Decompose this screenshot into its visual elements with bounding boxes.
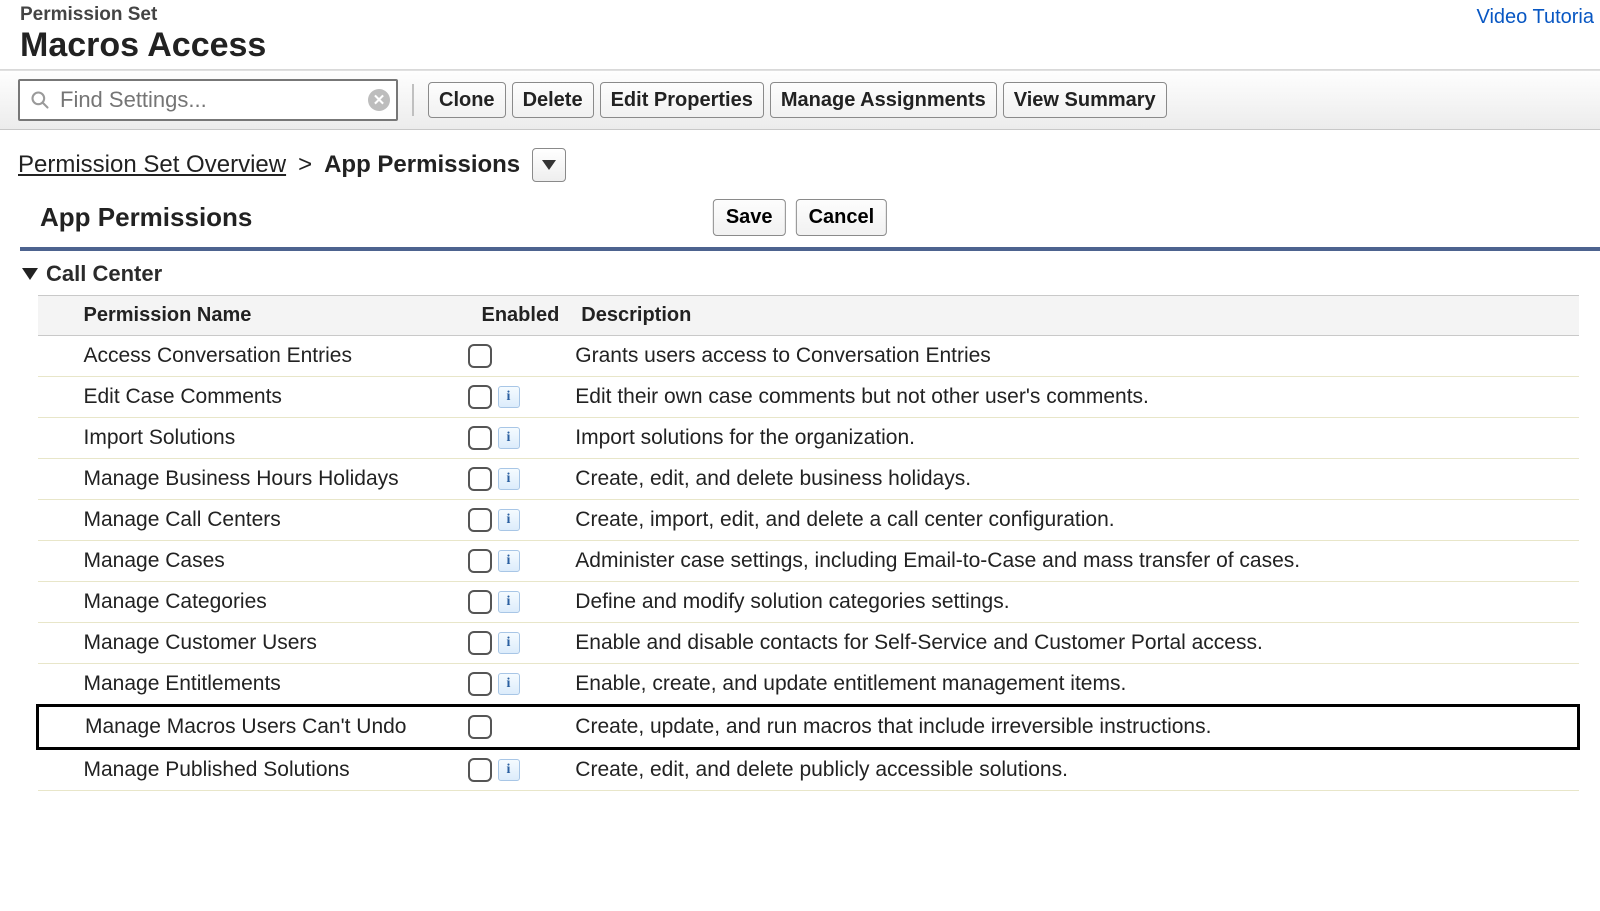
enabled-checkbox[interactable] bbox=[468, 715, 492, 739]
info-icon[interactable]: i bbox=[498, 673, 520, 695]
permission-name: Manage Macros Users Can't Undo bbox=[38, 706, 468, 749]
group-header[interactable]: Call Center bbox=[0, 251, 1600, 295]
table-row: Manage Call Centers i Create, import, edit… bbox=[38, 500, 1579, 541]
enabled-cell: i bbox=[468, 541, 568, 582]
enabled-cell: i bbox=[468, 377, 568, 418]
permission-name: Manage Business Hours Holidays bbox=[38, 459, 468, 500]
table-row: Manage Categories i Define and modify solu… bbox=[38, 582, 1579, 623]
page-type-label: Permission Set bbox=[20, 4, 1580, 26]
permission-description: Create, update, and run macros that incl… bbox=[567, 706, 1578, 749]
toolbar: ✕ Clone Delete Edit Properties Manage As… bbox=[0, 70, 1600, 130]
permission-description: Enable and disable contacts for Self-Ser… bbox=[567, 623, 1578, 664]
permission-description: Enable, create, and update entitlement m… bbox=[567, 664, 1578, 706]
info-icon[interactable]: i bbox=[498, 632, 520, 654]
enabled-checkbox[interactable] bbox=[468, 672, 492, 696]
enabled-cell: i bbox=[468, 749, 568, 791]
breadcrumb-current: App Permissions bbox=[324, 151, 520, 179]
search-icon bbox=[30, 90, 50, 110]
save-button[interactable]: Save bbox=[713, 199, 786, 236]
section-header: App Permissions Save Cancel bbox=[0, 192, 1600, 239]
table-row: Manage Macros Users Can't Undo Create, up… bbox=[38, 706, 1579, 749]
col-permission-name: Permission Name bbox=[38, 296, 468, 336]
permission-name: Manage Categories bbox=[38, 582, 468, 623]
info-icon[interactable]: i bbox=[498, 386, 520, 408]
enabled-cell: i bbox=[468, 664, 568, 706]
table-row: Edit Case Comments i Edit their own case c… bbox=[38, 377, 1579, 418]
table-row: Import Solutions i Import solutions for th… bbox=[38, 418, 1579, 459]
clone-button[interactable]: Clone bbox=[428, 82, 506, 118]
video-tutorial-link[interactable]: Video Tutoria bbox=[1477, 6, 1595, 29]
breadcrumb: Permission Set Overview > App Permission… bbox=[0, 130, 1600, 192]
enabled-cell: i bbox=[468, 459, 568, 500]
permission-description: Define and modify solution categories se… bbox=[567, 582, 1578, 623]
col-description: Description bbox=[567, 296, 1578, 336]
enabled-cell: i bbox=[468, 500, 568, 541]
table-row: Manage Business Hours Holidays i Create, e… bbox=[38, 459, 1579, 500]
enabled-checkbox[interactable] bbox=[468, 631, 492, 655]
view-summary-button[interactable]: View Summary bbox=[1003, 82, 1167, 118]
clear-search-icon[interactable]: ✕ bbox=[368, 89, 390, 111]
breadcrumb-dropdown[interactable] bbox=[532, 148, 566, 182]
cancel-button[interactable]: Cancel bbox=[796, 199, 888, 236]
info-icon[interactable]: i bbox=[498, 427, 520, 449]
manage-assignments-button[interactable]: Manage Assignments bbox=[770, 82, 997, 118]
permission-description: Create, edit, and delete publicly access… bbox=[567, 749, 1578, 791]
section-title: App Permissions bbox=[40, 202, 252, 233]
permission-description: Import solutions for the organization. bbox=[567, 418, 1578, 459]
enabled-checkbox[interactable] bbox=[468, 549, 492, 573]
info-icon[interactable]: i bbox=[498, 591, 520, 613]
enabled-cell: i bbox=[468, 582, 568, 623]
breadcrumb-root[interactable]: Permission Set Overview bbox=[18, 151, 286, 179]
caret-down-icon bbox=[542, 160, 556, 170]
permission-description: Create, import, edit, and delete a call … bbox=[567, 500, 1578, 541]
search-container: ✕ bbox=[18, 79, 398, 121]
table-row: Manage Published Solutions i Create, edit,… bbox=[38, 749, 1579, 791]
permission-description: Create, edit, and delete business holida… bbox=[567, 459, 1578, 500]
enabled-cell: i bbox=[468, 418, 568, 459]
breadcrumb-separator: > bbox=[298, 151, 312, 179]
enabled-cell bbox=[468, 706, 568, 749]
page-title: Macros Access bbox=[20, 26, 1580, 65]
info-icon[interactable]: i bbox=[498, 509, 520, 531]
permission-name: Access Conversation Entries bbox=[38, 336, 468, 377]
group-title: Call Center bbox=[46, 261, 162, 287]
col-enabled: Enabled bbox=[468, 296, 568, 336]
permission-name: Edit Case Comments bbox=[38, 377, 468, 418]
permission-name: Manage Customer Users bbox=[38, 623, 468, 664]
divider bbox=[412, 84, 414, 116]
permission-description: Administer case settings, including Emai… bbox=[567, 541, 1578, 582]
table-row: Access Conversation Entries Grants users … bbox=[38, 336, 1579, 377]
permission-name: Manage Entitlements bbox=[38, 664, 468, 706]
enabled-checkbox[interactable] bbox=[468, 508, 492, 532]
permission-name: Import Solutions bbox=[38, 418, 468, 459]
enabled-checkbox[interactable] bbox=[468, 344, 492, 368]
enabled-cell bbox=[468, 336, 568, 377]
search-input[interactable] bbox=[58, 86, 368, 114]
enabled-checkbox[interactable] bbox=[468, 385, 492, 409]
enabled-checkbox[interactable] bbox=[468, 467, 492, 491]
permission-description: Edit their own case comments but not oth… bbox=[567, 377, 1578, 418]
enabled-cell: i bbox=[468, 623, 568, 664]
enabled-checkbox[interactable] bbox=[468, 590, 492, 614]
permission-name: Manage Published Solutions bbox=[38, 749, 468, 791]
info-icon[interactable]: i bbox=[498, 468, 520, 490]
delete-button[interactable]: Delete bbox=[512, 82, 594, 118]
enabled-checkbox[interactable] bbox=[468, 758, 492, 782]
enabled-checkbox[interactable] bbox=[468, 426, 492, 450]
permission-name: Manage Call Centers bbox=[38, 500, 468, 541]
table-row: Manage Customer Users i Enable and disable… bbox=[38, 623, 1579, 664]
edit-properties-button[interactable]: Edit Properties bbox=[600, 82, 764, 118]
collapse-icon bbox=[22, 268, 38, 280]
permission-description: Grants users access to Conversation Entr… bbox=[567, 336, 1578, 377]
info-icon[interactable]: i bbox=[498, 759, 520, 781]
permission-name: Manage Cases bbox=[38, 541, 468, 582]
permissions-table: Permission Name Enabled Description Acce… bbox=[36, 295, 1580, 791]
info-icon[interactable]: i bbox=[498, 550, 520, 572]
table-row: Manage Cases i Administer case settings, i… bbox=[38, 541, 1579, 582]
table-row: Manage Entitlements i Enable, create, and … bbox=[38, 664, 1579, 706]
